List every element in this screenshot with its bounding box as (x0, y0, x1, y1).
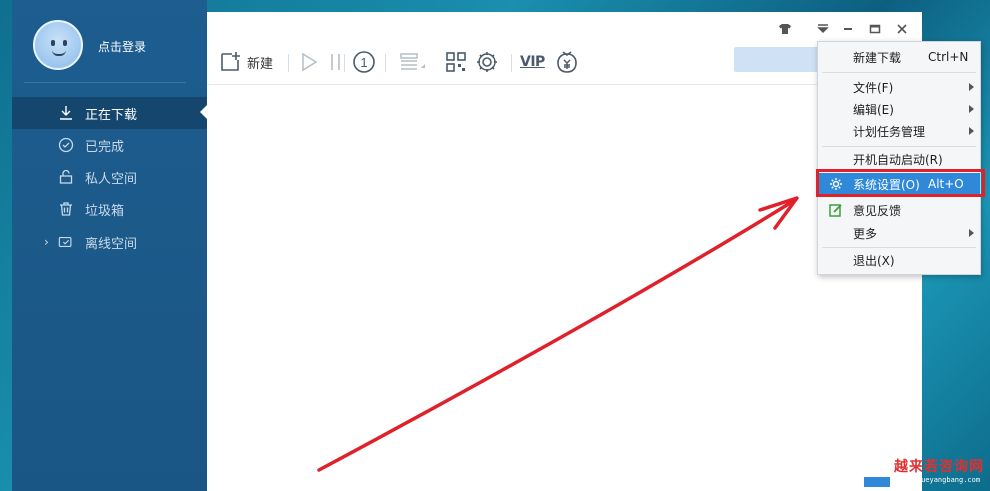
vip-label: VIP (520, 54, 545, 70)
sidebar-item-label: 离线空间 (85, 236, 138, 252)
sidebar-item-label: 私人空间 (85, 171, 138, 187)
sidebar-item-trash[interactable]: 垃圾箱 (12, 193, 207, 225)
sidebar-item-completed[interactable]: 已完成 (12, 129, 207, 161)
maximize-icon[interactable] (866, 20, 884, 38)
skin-icon[interactable] (776, 20, 794, 38)
menu-item-edit[interactable]: 编辑(E) (818, 98, 980, 120)
edit-icon (829, 203, 843, 217)
annotation-highlight-box (816, 169, 985, 197)
menu-item-label: 计划任务管理 (853, 124, 926, 139)
cloud-icon (58, 234, 74, 250)
queue-button[interactable] (397, 48, 427, 76)
qrcode-icon (446, 52, 466, 72)
menu-item-feedback[interactable]: 意见反馈 (818, 199, 980, 221)
toolbar-divider (288, 54, 289, 72)
main-menu: 新建下载 Ctrl+N 文件(F) 编辑(E) 计划任务管理 开机自动启动(R)… (817, 41, 981, 275)
close-icon[interactable] (893, 20, 911, 38)
menu-item-label: 新建下载 (853, 50, 902, 65)
toolbar-divider (511, 54, 512, 72)
menu-item-label: 开机自动启动(R) (853, 152, 943, 167)
login-link[interactable]: 点击登录 (98, 38, 146, 55)
money-icon (557, 51, 577, 73)
svg-text:1: 1 (360, 55, 367, 70)
submenu-arrow-icon (969, 83, 974, 91)
menu-item-exit[interactable]: 退出(X) (818, 249, 980, 271)
check-circle-icon (58, 137, 74, 153)
queue-icon (400, 53, 425, 70)
sidebar-item-private[interactable]: 私人空间 (12, 161, 207, 193)
avatar[interactable] (33, 20, 83, 70)
play-icon (302, 52, 318, 72)
new-file-icon (221, 52, 240, 71)
toolbar-divider (385, 54, 386, 72)
menu-item-label: 更多 (853, 226, 878, 241)
menu-item-file[interactable]: 文件(F) (818, 76, 980, 98)
menu-divider (822, 247, 976, 248)
menu-item-label: 文件(F) (853, 80, 894, 95)
menu-item-label: 退出(X) (853, 253, 895, 268)
settings-button[interactable] (475, 48, 499, 76)
trash-icon (58, 201, 74, 217)
sidebar-item-label: 垃圾箱 (85, 203, 125, 219)
menu-item-label: 编辑(E) (853, 102, 894, 117)
start-button[interactable] (299, 48, 319, 76)
sidebar-item-downloading[interactable]: 正在下载 (12, 97, 207, 129)
new-task-label: 新建 (247, 56, 274, 72)
watermark-text: 越来若咨询网 (894, 459, 984, 475)
watermark: 越来若咨询网 www.yueyangbang.com (860, 447, 988, 491)
submenu-arrow-icon (969, 105, 974, 113)
wallet-button[interactable] (556, 48, 578, 76)
watermark-url: www.yueyangbang.com (900, 476, 981, 484)
lock-icon (58, 169, 74, 185)
qrcode-button[interactable] (445, 48, 467, 76)
pause-button[interactable] (329, 48, 343, 76)
gear-icon (477, 52, 497, 72)
sidebar-item-offline[interactable]: › 离线空间 (12, 226, 207, 258)
toolbar: 新建 1 VIP (207, 44, 922, 84)
menu-item-shortcut: Ctrl+N (928, 50, 969, 64)
menu-item-schedule[interactable]: 计划任务管理 (818, 120, 980, 142)
toolbar-divider-line (207, 84, 922, 85)
submenu-arrow-icon (969, 127, 974, 135)
vip-button[interactable]: VIP (520, 48, 545, 76)
wifi-logo-icon (863, 456, 891, 487)
submenu-arrow-icon (969, 229, 974, 237)
main-window: 新建 1 VIP (207, 12, 922, 491)
chevron-right-icon[interactable]: › (44, 235, 49, 249)
toolbar-divider (344, 54, 345, 72)
menu-divider (822, 72, 976, 73)
pause-icon (331, 54, 340, 70)
sidebar: 点击登录 正在下载 已完成 私人空间 垃圾箱 › 离线空间 (12, 0, 208, 491)
new-task-button[interactable]: 新建 (219, 48, 273, 76)
menu-item-label: 意见反馈 (853, 203, 902, 218)
sidebar-divider (24, 82, 186, 83)
menu-dropdown-icon[interactable] (814, 20, 832, 38)
speed-limit-icon: 1 (353, 51, 375, 73)
sidebar-item-label: 正在下载 (85, 107, 138, 123)
menu-item-more[interactable]: 更多 (818, 222, 980, 244)
menu-item-new-download[interactable]: 新建下载 Ctrl+N (818, 46, 980, 68)
menu-divider (822, 146, 976, 147)
sidebar-item-label: 已完成 (85, 139, 125, 155)
minimize-icon[interactable] (839, 20, 857, 38)
speed-limit-button[interactable]: 1 (352, 48, 376, 76)
menu-item-autostart[interactable]: 开机自动启动(R) (818, 148, 980, 170)
download-icon (58, 105, 74, 121)
